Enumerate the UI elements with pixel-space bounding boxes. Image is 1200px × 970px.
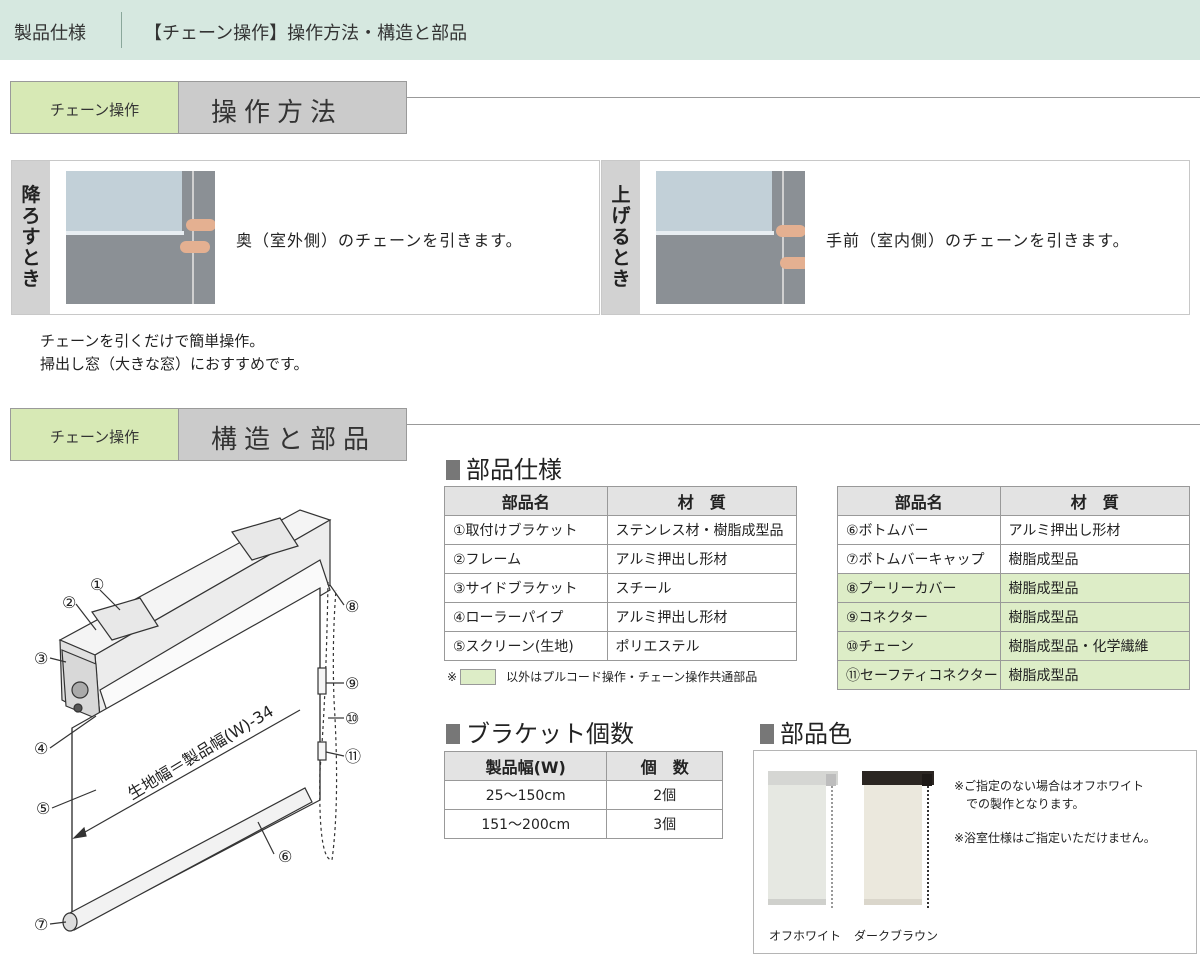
parts-spec-title: 部品仕様 [446,450,562,485]
color-option-offwhite: オフホワイト [769,929,842,943]
table-row: 151～200cm 3個 [443,809,723,839]
operation-lower-panel: 降ろすとき 奥（室外側）のチェーンを引きます。 [11,160,600,315]
table-row: ⑨コネクター 樹脂成型品 [837,602,1191,632]
section-rule [407,97,1200,98]
parts-legend: ※ 以外はプルコード操作・チェーン操作共通部品 [447,669,758,685]
color-note-1: ※ご指定のない場合はオフホワイト [954,779,1145,793]
table-row: ⑥ボトムバー アルミ押出し形材 [837,515,1191,545]
callout-7: ⑦ [34,915,48,934]
table-row: 25～150cm 2個 [443,780,723,810]
operation-lower-text: 奥（室外側）のチェーンを引きます。 [236,231,523,250]
callout-6: ⑥ [278,847,292,866]
operation-note-2: 掃出し窓（大きな窓）におすすめです。 [40,355,309,373]
table-row: ⑧プーリーカバー 樹脂成型品 [837,573,1191,603]
parts-table-right: 部品名材 質 ⑥ボトムバー アルミ押出し形材 ⑦ボトムバーキャップ 樹脂成型品 ⑧プ… [837,486,1191,690]
page-header: 製品仕様 【チェーン操作】操作方法・構造と部品 [0,0,1200,60]
color-note-3: ※浴室仕様はご指定いただけません。 [954,831,1156,845]
roller-blind-diagram: 生地幅＝製品幅(W)-34 ① ② ③ ④ ⑤ ⑥ ⑦ ⑧ ⑨ ⑩ ⑪ [34,509,361,934]
table-row: ④ローラーパイプ アルミ押出し形材 [444,602,798,632]
table-row: ⑪セーフティコネクター 樹脂成型品 [837,660,1191,690]
callout-3: ③ [34,649,48,668]
section-tag: チェーン操作 [10,81,179,134]
callout-2: ② [62,593,76,612]
table-row: ①取付けブラケット ステンレス材・樹脂成型品 [444,515,798,545]
color-note-2: での製作となります。 [966,797,1085,811]
dark-brown-swatch [862,771,934,909]
callout-11: ⑪ [345,747,361,766]
legend-swatch [460,669,497,685]
operation-raise-panel: 上げるとき 手前（室内側）のチェーンを引きます。 [601,160,1190,315]
callout-1: ① [90,575,104,594]
off-white-swatch [768,771,838,909]
callout-9: ⑨ [345,674,359,693]
bracket-count-title: ブラケット個数 [446,714,634,749]
header-divider [121,12,122,48]
table-row: ②フレーム アルミ押出し形材 [444,544,798,574]
table-row: ⑦ボトムバーキャップ 樹脂成型品 [837,544,1191,574]
callout-4: ④ [34,739,48,758]
operation-lower-photo [66,171,215,304]
section-tag: チェーン操作 [10,408,179,461]
section-structure-header: チェーン操作 構造と部品 [10,408,1200,462]
section-rule [407,424,1200,425]
bracket-count-table: 製品幅(W) 個 数 25～150cm 2個 151～200cm 3個 [443,751,723,839]
section-operation-header: チェーン操作 操作方法 [10,81,1200,135]
part-color-panel: オフホワイト ダークブラウン ※ご指定のない場合はオフホワイト での製作となりま… [753,750,1197,954]
operation-raise-label: 上げるとき [602,161,640,314]
operation-note-1: チェーンを引くだけで簡単操作。 [40,332,265,350]
callout-5: ⑤ [36,799,50,818]
operation-lower-label: 降ろすとき [12,161,50,314]
table-row: ⑩チェーン 樹脂成型品・化学繊維 [837,631,1191,661]
callout-10: ⑩ [345,709,359,728]
header-category: 製品仕様 [14,23,86,44]
callout-8: ⑧ [345,597,359,616]
part-color-title: 部品色 [760,714,852,749]
table-row: ③サイドブラケット スチール [444,573,798,603]
header-title: 【チェーン操作】操作方法・構造と部品 [144,23,468,44]
operation-raise-text: 手前（室内側）のチェーンを引きます。 [826,231,1130,250]
parts-table-left: 部品名材 質 ①取付けブラケット ステンレス材・樹脂成型品 ②フレーム アルミ押出し… [444,486,798,661]
table-row: ⑤スクリーン(生地) ポリエステル [444,631,798,661]
operation-raise-photo [656,171,805,304]
color-option-darkbrown: ダークブラウン [854,929,939,943]
section-title: 構造と部品 [178,408,407,461]
section-title: 操作方法 [178,81,407,134]
